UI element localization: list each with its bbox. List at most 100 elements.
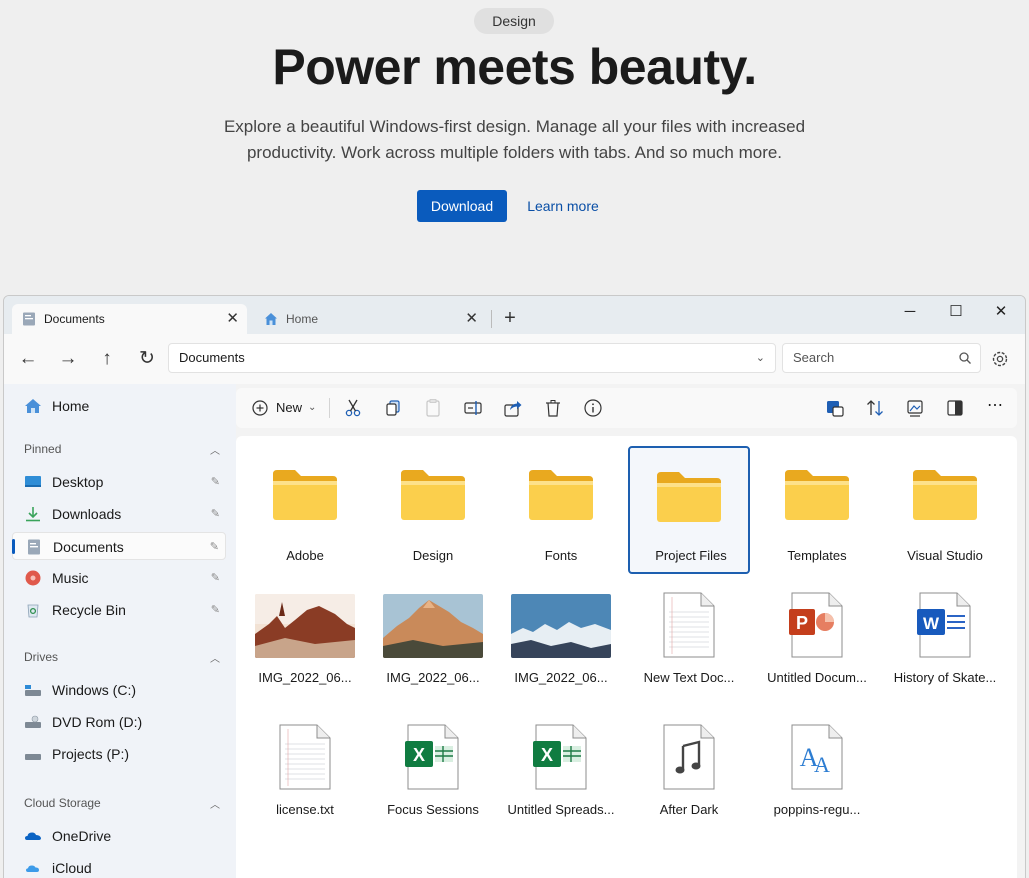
file-item[interactable]: W History of Skate... <box>884 586 1006 714</box>
folder-icon <box>655 470 723 524</box>
file-item[interactable]: Adobe <box>244 446 366 574</box>
file-item[interactable]: A A poppins-regu... <box>756 718 878 846</box>
download-button[interactable]: Download <box>417 190 507 222</box>
file-explorer-window: Documents ✕ Home ✕ + ─ ☐ ✕ ← → ↑ ↻ Docum… <box>3 295 1026 878</box>
gear-icon[interactable] <box>989 348 1011 370</box>
file-item[interactable]: X Untitled Spreads... <box>500 718 622 846</box>
close-icon[interactable]: ✕ <box>979 300 1023 324</box>
pin-icon[interactable]: ✎ <box>211 564 220 592</box>
tab-divider <box>491 310 492 328</box>
search-input[interactable]: Search <box>782 343 981 373</box>
copy-icon[interactable] <box>382 398 404 418</box>
section-label: Cloud Storage <box>24 796 101 810</box>
sidebar-item-music[interactable]: Music ✎ <box>12 564 226 592</box>
sidebar-item-label: OneDrive <box>52 828 112 844</box>
share-icon[interactable] <box>502 398 524 418</box>
sidebar-item-recycle-bin[interactable]: Recycle Bin ✎ <box>12 596 226 624</box>
drive-icon <box>25 685 41 696</box>
sidebar-item-dvd-drive[interactable]: DVD Rom (D:) <box>12 708 226 736</box>
folder-icon <box>783 468 851 522</box>
pin-icon[interactable]: ✎ <box>210 533 219 561</box>
audio-file-icon <box>661 724 717 790</box>
tab-label: Home <box>286 312 319 326</box>
file-item[interactable]: Visual Studio <box>884 446 1006 574</box>
file-name: Visual Studio <box>907 548 983 563</box>
sidebar-item-documents[interactable]: Documents ✎ <box>12 532 226 560</box>
file-item[interactable]: X Focus Sessions <box>372 718 494 846</box>
dvd-icon <box>25 715 41 728</box>
file-item[interactable]: After Dark <box>628 718 750 846</box>
pinned-header[interactable]: Pinned ︿ <box>24 442 224 457</box>
pin-icon[interactable]: ✎ <box>211 596 220 624</box>
sidebar-item-desktop[interactable]: Desktop ✎ <box>12 468 226 496</box>
back-arrow-icon[interactable]: ← <box>16 348 40 372</box>
sidebar-item-label: Projects (P:) <box>52 746 130 762</box>
file-grid: Adobe Design Fonts Project Files Templates Vi… <box>236 436 1017 878</box>
forward-arrow-icon[interactable]: → <box>56 348 80 372</box>
documents-icon <box>23 312 35 326</box>
file-item[interactable]: IMG_2022_06... <box>244 586 366 714</box>
file-name: poppins-regu... <box>773 802 861 817</box>
refresh-icon[interactable]: ↻ <box>135 348 159 372</box>
cloud-storage-header[interactable]: Cloud Storage ︿ <box>24 796 224 811</box>
hero-section: Design Power meets beauty. Explore a bea… <box>0 0 1029 290</box>
downloads-icon <box>26 507 40 522</box>
sort-icon[interactable] <box>864 398 886 418</box>
sidebar-item-home[interactable]: Home <box>12 392 226 420</box>
file-item[interactable]: Fonts <box>500 446 622 574</box>
minimize-icon[interactable]: ─ <box>888 300 932 324</box>
sidebar-item-downloads[interactable]: Downloads ✎ <box>12 500 226 528</box>
pane-icon[interactable] <box>944 398 966 418</box>
drives-header[interactable]: Drives ︿ <box>24 650 224 665</box>
sidebar-item-windows-drive[interactable]: Windows (C:) <box>12 676 226 704</box>
more-icon[interactable]: ⋯ <box>984 398 1006 418</box>
chevron-up-icon[interactable]: ︿ <box>210 442 220 457</box>
address-bar[interactable]: Documents ⌄ <box>168 343 776 373</box>
sidebar-item-label: Downloads <box>52 506 122 522</box>
sidebar-item-onedrive[interactable]: OneDrive <box>12 822 226 850</box>
file-item[interactable]: IMG_2022_06... <box>372 586 494 714</box>
home-icon <box>265 313 277 325</box>
up-arrow-icon[interactable]: ↑ <box>95 348 119 372</box>
paste-icon[interactable] <box>422 398 444 418</box>
file-item[interactable]: Project Files <box>628 446 750 574</box>
file-item[interactable]: P Untitled Docum... <box>756 586 878 714</box>
rename-icon[interactable] <box>462 398 484 418</box>
close-tab-icon[interactable]: ✕ <box>226 304 239 334</box>
pin-icon[interactable]: ✎ <box>211 468 220 496</box>
close-tab-icon[interactable]: ✕ <box>465 304 478 334</box>
tab-home[interactable]: Home ✕ <box>254 304 486 334</box>
file-item[interactable]: IMG_2022_06... <box>500 586 622 714</box>
file-item[interactable]: license.txt <box>244 718 366 846</box>
search-icon <box>959 352 971 364</box>
plus-icon[interactable]: + <box>498 304 522 332</box>
info-icon[interactable] <box>582 398 604 418</box>
delete-icon[interactable] <box>542 398 564 418</box>
sidebar-item-label: iCloud <box>52 860 92 876</box>
search-placeholder: Search <box>793 350 835 365</box>
chevron-up-icon[interactable]: ︿ <box>210 796 220 811</box>
hero-title: Power meets beauty. <box>272 39 757 95</box>
file-name: Fonts <box>544 548 578 563</box>
chevron-down-icon[interactable]: ⌄ <box>756 344 765 372</box>
photo-thumbnail <box>511 594 611 658</box>
cut-icon[interactable] <box>342 398 364 418</box>
photo-thumbnail <box>383 594 483 658</box>
image-icon[interactable] <box>904 398 926 418</box>
file-name: Design <box>412 548 454 563</box>
file-item[interactable]: New Text Doc... <box>628 586 750 714</box>
file-name: Adobe <box>286 548 324 563</box>
file-item[interactable]: Templates <box>756 446 878 574</box>
sidebar-item-icloud[interactable]: iCloud <box>12 854 226 878</box>
pin-icon[interactable]: ✎ <box>211 500 220 528</box>
file-item[interactable]: Design <box>372 446 494 574</box>
text-file-icon <box>277 724 333 790</box>
folder-icon <box>911 468 979 522</box>
powerpoint-file-icon: P <box>789 592 845 658</box>
sidebar-item-projects-drive[interactable]: Projects (P:) <box>12 740 226 768</box>
chevron-up-icon[interactable]: ︿ <box>210 650 220 665</box>
maximize-icon[interactable]: ☐ <box>934 300 978 324</box>
preview-icon[interactable] <box>824 398 846 418</box>
learn-more-link[interactable]: Learn more <box>520 190 606 222</box>
tab-documents[interactable]: Documents ✕ <box>12 304 247 334</box>
